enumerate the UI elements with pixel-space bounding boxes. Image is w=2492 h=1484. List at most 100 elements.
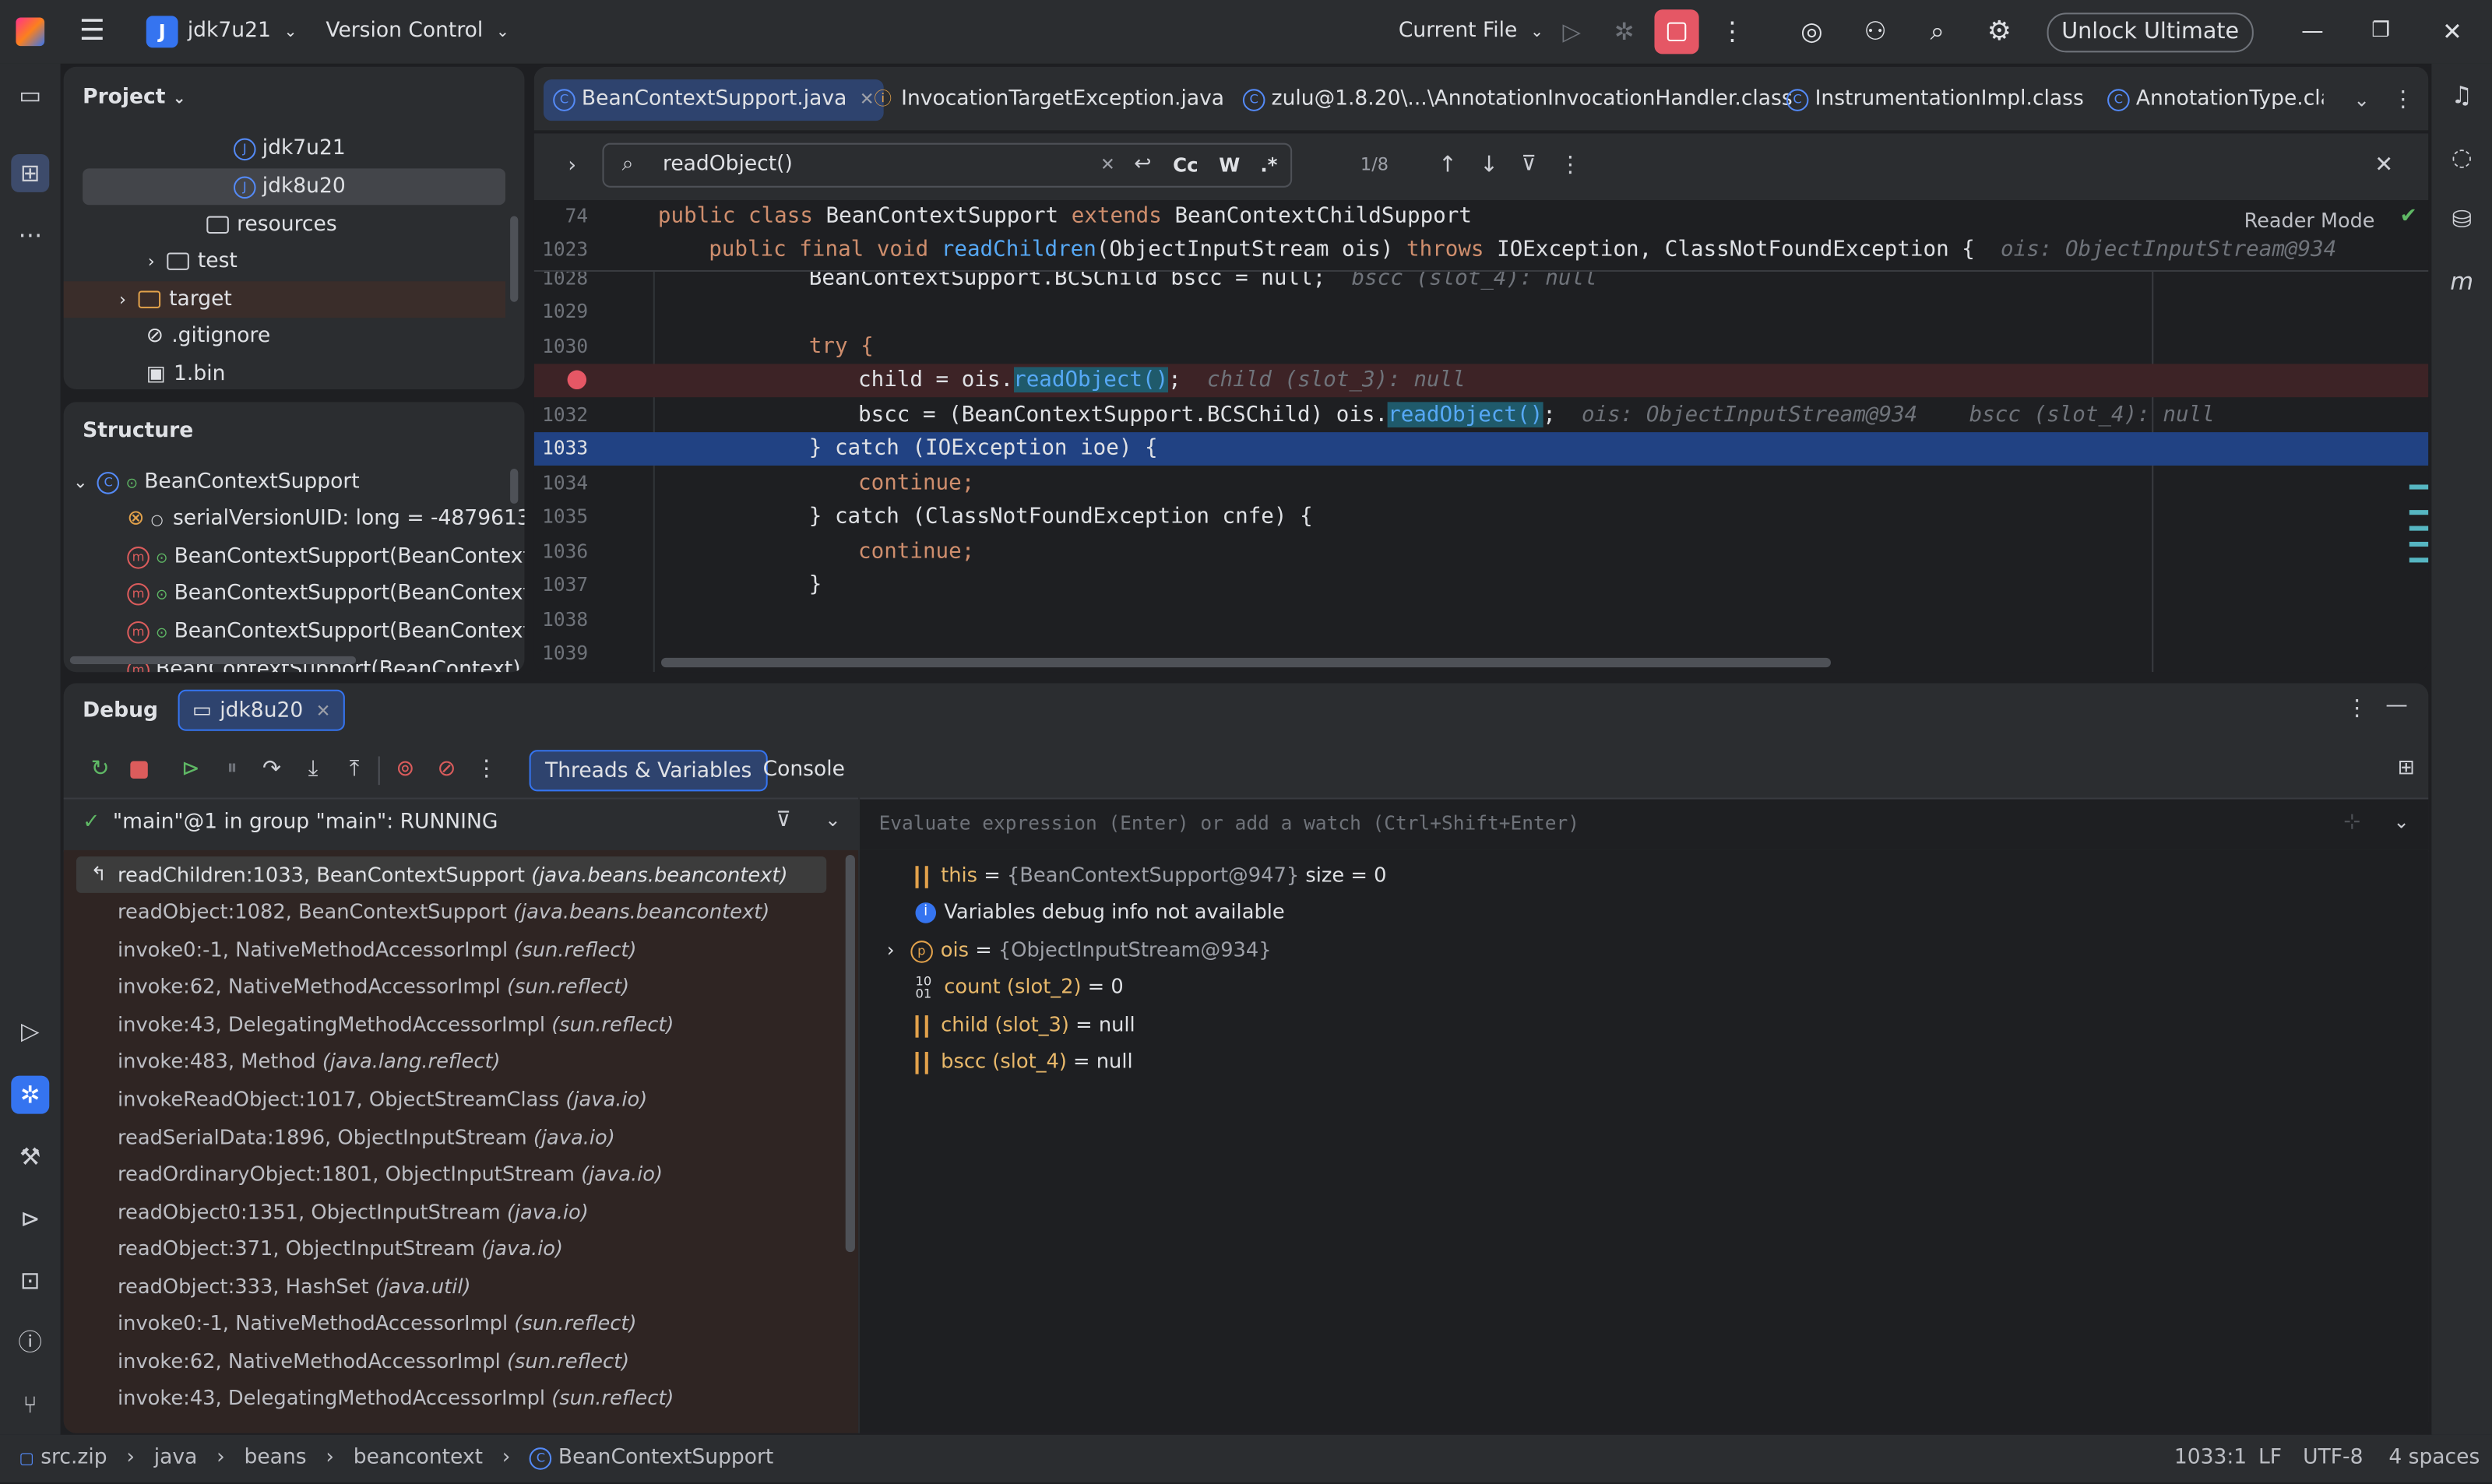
problems-tool-icon[interactable]: ⓘ (11, 1324, 49, 1362)
structure-tool-icon[interactable]: ⊞ (11, 153, 50, 192)
add-watch-icon[interactable]: ⊹ (2341, 811, 2364, 835)
indent-setting[interactable]: 4 spaces (2388, 1435, 2480, 1482)
toolbar-more-icon[interactable]: ⋮ (475, 756, 498, 782)
search-history-icon[interactable]: ⌕ (614, 143, 642, 188)
debug-icon[interactable]: ✲ (1610, 0, 1638, 64)
step-out-icon[interactable]: ⤒ (342, 756, 368, 782)
project-panel-title[interactable]: Project ⌄ (83, 86, 186, 110)
tree-item-selected[interactable]: Jjdk8u20 (83, 168, 505, 206)
frames-scrollbar[interactable] (845, 854, 855, 1253)
tab-invocationtargetexception[interactable]: ⓘ InvocationTargetException.java (864, 79, 1234, 121)
ai-assistant-icon[interactable]: ◎ (1796, 0, 1828, 64)
tab-console[interactable]: Console (763, 750, 845, 791)
frame-row[interactable]: invoke:43, DelegatingMethodAccessorImpl … (76, 1006, 826, 1043)
words-toggle[interactable]: W (1219, 143, 1240, 188)
layout-settings-icon[interactable]: ⊞ (2393, 756, 2419, 780)
new-line-icon[interactable]: ↩ (1128, 143, 1157, 188)
stop-button[interactable] (1654, 9, 1699, 55)
tree-item[interactable]: ⊗ ○ serialVersionUID: long = -48796139786 (127, 501, 524, 537)
filter-icon[interactable]: ⊽ (773, 809, 795, 833)
chevron-down-icon[interactable]: ⌄ (823, 809, 842, 832)
previous-match-icon[interactable]: ↑ (1437, 143, 1459, 188)
frame-row[interactable]: invoke:43, DelegatingMethodAccessorImpl … (76, 1379, 826, 1415)
frame-row-selected[interactable]: ↰ readChildren:1033, BeanContextSupport (… (76, 856, 827, 893)
breadcrumb-item[interactable]: java (154, 1446, 198, 1470)
breadcrumb-item[interactable]: BeanContextSupport (558, 1446, 773, 1470)
breadcrumb-item[interactable]: src.zip (40, 1446, 107, 1470)
debug-tool-icon[interactable]: ✲ (11, 1075, 50, 1114)
thread-selector[interactable]: ✓ "main"@1 in group "main": RUNNING ⊽ ⌄ (63, 797, 859, 852)
run-icon[interactable]: ▷ (1558, 0, 1586, 64)
frame-row[interactable]: invoke0:-1, NativeMethodAccessorImpl (su… (76, 931, 826, 968)
view-breakpoints-icon[interactable]: ⊚ (392, 756, 418, 782)
code-line-current[interactable]: 1033} catch (IOException ioe) { (533, 432, 2429, 466)
chevron-right-icon[interactable]: › (887, 939, 895, 962)
unlock-ultimate-button[interactable]: Unlock Ultimate (2047, 12, 2254, 53)
variable-row[interactable]: bscc (slot_4) = null (915, 1043, 1133, 1079)
code-line[interactable]: 1036 continue; (534, 536, 2429, 569)
add-user-icon[interactable]: ⚇ (1860, 0, 1892, 64)
settings-gear-icon[interactable]: ⚙ (1983, 0, 2015, 64)
code-line[interactable]: 1034 continue; (534, 467, 2429, 501)
chevron-down-icon[interactable]: ⌄ (73, 472, 88, 493)
code-line[interactable]: 1030 try { (534, 330, 2429, 364)
code-line-breakpoint[interactable]: child = ois.readObject(); child (slot_3)… (533, 364, 2429, 398)
breadcrumb-item[interactable]: beans (245, 1446, 307, 1470)
code-line[interactable]: 1032 bscc = (BeanContextSupport.BCSChild)… (534, 399, 2429, 432)
variable-row[interactable]: › p ois = {ObjectInputStream@934} (887, 931, 1272, 968)
run-tool-icon[interactable]: ▷ (11, 1012, 49, 1050)
code-line[interactable]: 1029 (534, 296, 2429, 329)
debug-session-tab[interactable]: ▭ jdk8u20 ✕ (178, 689, 345, 731)
breadcrumb-item[interactable]: beancontext (354, 1446, 483, 1470)
maven-icon[interactable]: m (2443, 262, 2481, 301)
breakpoint-icon[interactable] (567, 370, 587, 389)
code-line[interactable]: 1037} (534, 569, 2429, 603)
services-tool-icon[interactable]: ⊳ (11, 1200, 49, 1238)
more-actions-icon[interactable]: ⋮ (1719, 0, 1745, 64)
h-scrollbar[interactable] (69, 656, 357, 665)
more-tools-icon[interactable]: ⋯ (11, 216, 49, 255)
close-find-icon[interactable]: ✕ (2371, 143, 2397, 188)
tree-item[interactable]: m ⊙ BeanContextSupport(BeanContext, Loc (127, 539, 524, 575)
frame-row[interactable]: readSerialData:1896, ObjectInputStream (… (76, 1119, 826, 1155)
step-over-icon[interactable]: ↷ (259, 756, 285, 782)
tab-annotationinvocationhandler[interactable]: Czulu@1.8.20\...\AnnotationInvocationHan… (1234, 79, 1802, 121)
variable-row[interactable]: 10 01 count (slot_2) = 0 (916, 968, 1124, 1004)
git-tool-icon[interactable]: ⑂ (11, 1386, 49, 1424)
frame-row[interactable]: readOrdinaryObject:1801, ObjectInputStre… (76, 1155, 826, 1192)
tree-item[interactable]: resources (206, 206, 337, 243)
vcs-menu[interactable]: Version Control ⌄ (326, 0, 509, 64)
scrollbar[interactable] (510, 216, 519, 302)
terminal-tool-icon[interactable]: ⊡ (11, 1261, 49, 1299)
caret-position[interactable]: 1033:1 (2174, 1435, 2247, 1482)
code-area[interactable]: 1028 BeanContextSupport.BCSChild bscc = n… (533, 271, 2429, 673)
minimize-icon[interactable]: — (2300, 0, 2325, 64)
chevron-right-icon[interactable]: › (148, 251, 155, 272)
ai-chat-icon[interactable]: ◌ (2443, 139, 2481, 177)
restore-icon[interactable]: ❐ (2368, 0, 2394, 64)
close-window-icon[interactable]: ✕ (2440, 0, 2466, 64)
step-into-icon[interactable]: ⤓ (301, 756, 326, 782)
tab-beancontextsupport[interactable]: C BeanContextSupport.java ✕ (543, 79, 884, 121)
frame-row[interactable]: invokeReadObject:1017, ObjectStreamClass… (76, 1081, 826, 1117)
tree-item[interactable]: Jjdk7u21 (233, 130, 346, 167)
regex-toggle[interactable]: .* (1260, 143, 1277, 188)
tree-item[interactable]: › target (63, 281, 505, 318)
notifications-icon[interactable]: ♫ (2443, 76, 2481, 114)
build-tool-icon[interactable]: ⚒ (11, 1138, 49, 1176)
tree-item[interactable]: › test (148, 243, 238, 280)
tab-annotationtype[interactable]: CAnnotationType.class (2098, 79, 2324, 121)
tree-item[interactable]: ▣ 1.bin (146, 356, 226, 389)
line-separator[interactable]: LF (2258, 1435, 2282, 1482)
scrollbar[interactable] (510, 469, 519, 504)
filter-icon[interactable]: ⊽ (1518, 143, 1540, 188)
sticky-line[interactable]: 1023 public final void readChildren(Objec… (534, 234, 2429, 267)
code-line[interactable]: 1035} catch (ClassNotFoundException cnfe… (534, 501, 2429, 534)
chevron-down-icon[interactable]: ⌄ (2392, 811, 2410, 833)
tree-item[interactable]: ⌄ C ⊙ BeanContextSupport (73, 464, 360, 501)
frame-row[interactable]: invoke:62, NativeMethodAccessorImpl (sun… (76, 1342, 826, 1379)
match-case-toggle[interactable]: Cc (1173, 143, 1198, 188)
variable-row[interactable]: i Variables debug info not available (915, 893, 1285, 930)
code-line[interactable]: 1028 BeanContextSupport.BCSChild bscc = n… (534, 272, 2429, 296)
resume-icon[interactable]: ⊳ (178, 756, 204, 782)
